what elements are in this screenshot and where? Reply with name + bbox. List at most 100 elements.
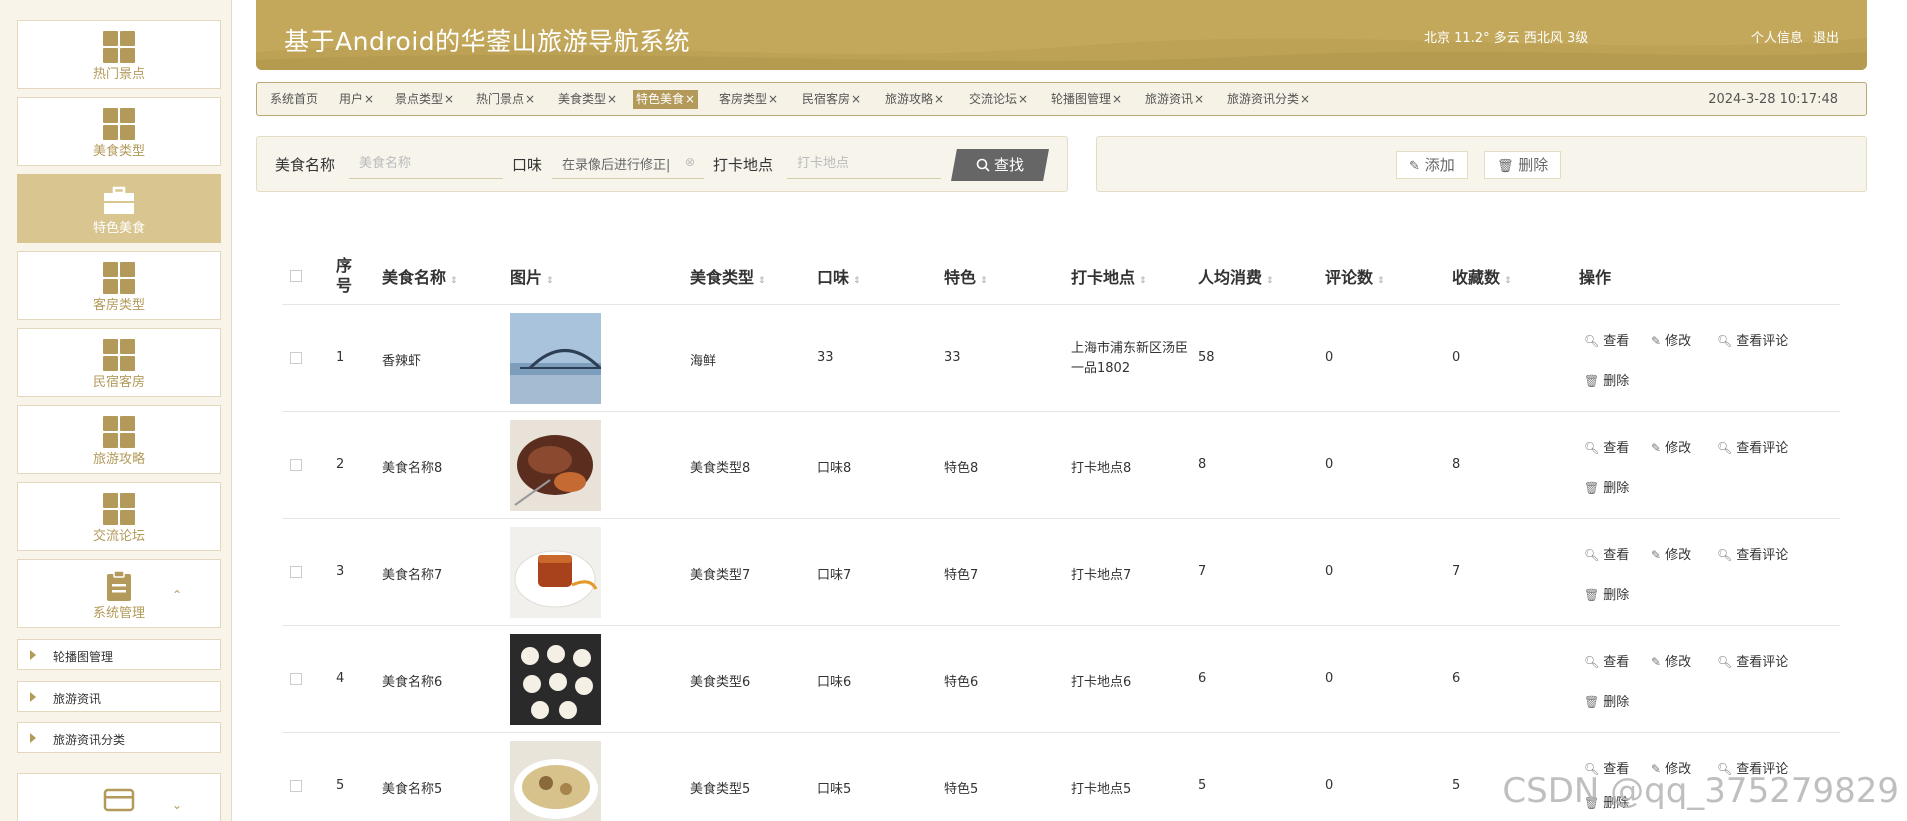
sidebar-subitem-travel-news[interactable]: 旅游资讯 [17, 681, 221, 712]
search-button[interactable]: 查找 [951, 149, 1049, 181]
header-feature[interactable]: 特色 ⇕ [944, 264, 988, 288]
close-icon[interactable]: × [1194, 92, 1204, 106]
sidebar-subitem-label: 轮播图管理 [53, 650, 114, 664]
logout-link[interactable]: 退出 [1813, 31, 1839, 46]
row-checkbox[interactable] [290, 459, 302, 471]
edit-button[interactable]: ✎ 修改 [1651, 437, 1691, 456]
profile-link[interactable]: 个人信息 [1751, 31, 1803, 46]
card-icon [103, 788, 135, 812]
sidebar-item-system-management[interactable]: ⌃ 系统管理 [17, 559, 221, 628]
row-checkbox[interactable] [290, 352, 302, 364]
close-icon[interactable]: × [851, 92, 861, 106]
close-icon[interactable]: × [444, 92, 454, 106]
header-taste[interactable]: 口味 ⇕ [817, 264, 861, 288]
search-icon: 🔍︎ [1584, 334, 1600, 348]
view-comments-button[interactable]: 🔍︎ 查看评论 [1717, 544, 1788, 563]
sort-icon[interactable]: ⇕ [853, 276, 861, 286]
sidebar-subitem-carousel[interactable]: 轮播图管理 [17, 639, 221, 670]
close-icon[interactable]: × [1112, 92, 1122, 106]
header-type[interactable]: 美食类型 ⇕ [690, 264, 766, 288]
tab-travel-guides[interactable]: 旅游攻略× [882, 90, 947, 109]
view-comments-button[interactable]: 🔍︎ 查看评论 [1717, 330, 1788, 349]
delete-row-button[interactable]: 🗑 删除 [1584, 370, 1629, 389]
edit-button[interactable]: ✎ 修改 [1651, 330, 1691, 349]
sidebar-subitem-travel-news-category[interactable]: 旅游资讯分类 [17, 722, 221, 753]
header-comments[interactable]: 评论数 ⇕ [1325, 264, 1385, 288]
header-favorites[interactable]: 收藏数 ⇕ [1452, 264, 1512, 288]
delete-row-button[interactable]: 🗑 删除 [1584, 477, 1629, 496]
close-icon[interactable]: × [934, 92, 944, 106]
header-location[interactable]: 打卡地点 ⇕ [1071, 264, 1147, 288]
sort-icon[interactable]: ⇕ [1266, 276, 1274, 286]
tab-hot-spots[interactable]: 热门景点× [473, 90, 538, 109]
sidebar-item-homestay[interactable]: 民宿客房 [17, 328, 221, 397]
sort-icon[interactable]: ⇕ [546, 276, 554, 286]
view-comments-button[interactable]: 🔍︎ 查看评论 [1717, 651, 1788, 670]
edit-icon: ✎ [1409, 159, 1420, 174]
sort-icon[interactable]: ⇕ [1504, 276, 1512, 286]
view-button[interactable]: 🔍︎ 查看 [1584, 651, 1629, 670]
sidebar-item-forum[interactable]: 交流论坛 [17, 482, 221, 551]
row-checkbox[interactable] [290, 673, 302, 685]
sidebar-item-food-types[interactable]: 美食类型 [17, 97, 221, 166]
header-price[interactable]: 人均消费 ⇕ [1198, 264, 1274, 288]
tab-users[interactable]: 用户× [336, 90, 377, 109]
tab-home[interactable]: 系统首页 [267, 90, 321, 109]
delete-button[interactable]: 🗑 删除 [1484, 151, 1562, 179]
header-image[interactable]: 图片 ⇕ [510, 264, 554, 288]
taste-input[interactable] [552, 149, 704, 179]
sidebar-item-hot-spots[interactable]: 热门景点 [17, 20, 221, 89]
location-input[interactable] [787, 149, 941, 179]
close-icon[interactable]: × [685, 92, 695, 106]
sidebar-item-more[interactable]: ⌄ [17, 773, 221, 821]
tab-special-food[interactable]: 特色美食× [633, 90, 699, 109]
close-icon[interactable]: × [768, 92, 778, 106]
view-button[interactable]: 🔍︎ 查看 [1584, 437, 1629, 456]
tab-label: 热门景点 [476, 92, 525, 106]
view-button[interactable]: 🔍︎ 查看 [1584, 544, 1629, 563]
select-all-checkbox[interactable] [290, 270, 302, 282]
header-name[interactable]: 美食名称 ⇕ [382, 264, 458, 288]
cell-type: 美食类型6 [690, 675, 751, 690]
food-image-bridge [510, 313, 601, 404]
delete-row-button[interactable]: 🗑 删除 [1584, 584, 1629, 603]
cell-favorites: 7 [1452, 564, 1461, 579]
action-panel: ✎ 添加 🗑 删除 [1096, 136, 1867, 192]
cell-price: 8 [1198, 457, 1207, 472]
tab-travel-news[interactable]: 旅游资讯× [1142, 90, 1207, 109]
food-name-input[interactable] [349, 149, 503, 179]
close-icon[interactable]: × [364, 92, 374, 106]
tab-forum[interactable]: 交流论坛× [966, 90, 1031, 109]
edit-button[interactable]: ✎ 修改 [1651, 651, 1691, 670]
tab-food-types[interactable]: 美食类型× [555, 90, 620, 109]
edit-button[interactable]: ✎ 修改 [1651, 544, 1691, 563]
caret-right-icon [30, 733, 36, 743]
row-checkbox[interactable] [290, 566, 302, 578]
view-comments-button[interactable]: 🔍︎ 查看评论 [1717, 437, 1788, 456]
row-checkbox[interactable] [290, 780, 302, 792]
tab-label: 民宿客房 [802, 92, 851, 106]
sort-icon[interactable]: ⇕ [1139, 276, 1147, 286]
sidebar-item-room-types[interactable]: 客房类型 [17, 251, 221, 320]
close-icon[interactable]: × [525, 92, 535, 106]
tab-spot-types[interactable]: 景点类型× [392, 90, 457, 109]
close-icon[interactable]: × [1300, 92, 1310, 106]
sort-icon[interactable]: ⇕ [450, 276, 458, 286]
tab-carousel[interactable]: 轮播图管理× [1048, 90, 1125, 109]
clear-icon[interactable]: ⊗ [685, 155, 695, 169]
close-icon[interactable]: × [607, 92, 617, 106]
op-label: 查看 [1603, 548, 1630, 563]
sort-icon[interactable]: ⇕ [980, 276, 988, 286]
sort-icon[interactable]: ⇕ [758, 276, 766, 286]
tab-room-types[interactable]: 客房类型× [716, 90, 781, 109]
sort-icon[interactable]: ⇕ [1377, 276, 1385, 286]
add-button[interactable]: ✎ 添加 [1396, 151, 1468, 179]
cell-index: 5 [336, 778, 345, 793]
view-button[interactable]: 🔍︎ 查看 [1584, 330, 1629, 349]
tab-homestay[interactable]: 民宿客房× [799, 90, 864, 109]
close-icon[interactable]: × [1018, 92, 1028, 106]
tab-travel-news-category[interactable]: 旅游资讯分类× [1224, 90, 1313, 109]
delete-row-button[interactable]: 🗑 删除 [1584, 691, 1629, 710]
sidebar-item-special-food[interactable]: 特色美食 [17, 174, 221, 243]
sidebar-item-travel-guides[interactable]: 旅游攻略 [17, 405, 221, 474]
